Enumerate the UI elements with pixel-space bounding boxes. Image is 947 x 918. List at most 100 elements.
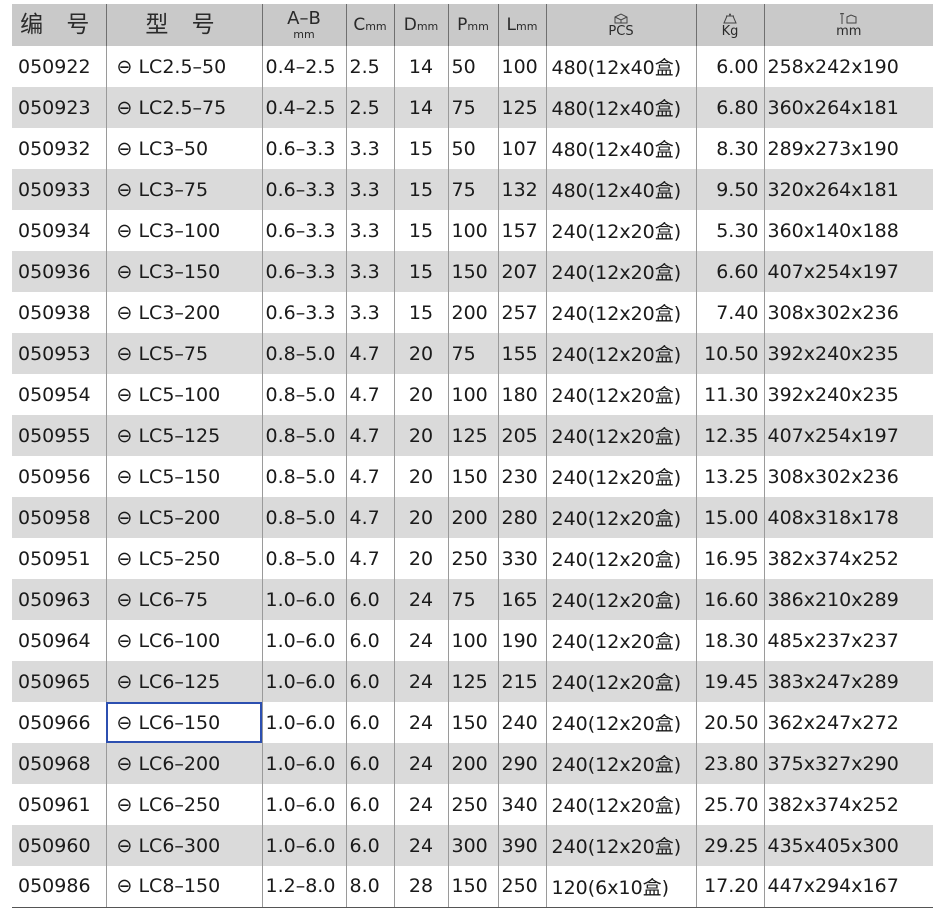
cell-ab[interactable]: 0.8–5.0 [261, 497, 346, 538]
cell-pcs[interactable]: 240(12x20盒) [545, 743, 696, 784]
cell-kg[interactable]: 20.50 [695, 702, 764, 743]
cell-code[interactable]: 050966 [12, 702, 106, 743]
cell-code[interactable]: 050964 [12, 620, 106, 661]
cell-size[interactable]: 435x405x300 [763, 825, 933, 866]
cell-l[interactable]: 240 [497, 702, 546, 743]
cell-l[interactable]: 280 [497, 497, 546, 538]
cell-c[interactable]: 4.7 [345, 538, 394, 579]
cell-kg[interactable]: 11.30 [695, 374, 764, 415]
cell-ab[interactable]: 1.0–6.0 [261, 579, 346, 620]
cell-c[interactable]: 4.7 [345, 497, 394, 538]
cell-pcs[interactable]: 240(12x20盒) [545, 456, 696, 497]
cell-ab[interactable]: 0.8–5.0 [261, 374, 346, 415]
cell-ab[interactable]: 1.2–8.0 [261, 866, 346, 908]
cell-c[interactable]: 2.5 [345, 87, 394, 128]
cell-p[interactable]: 50 [447, 128, 498, 169]
cell-ab[interactable]: 0.4–2.5 [261, 46, 346, 87]
cell-kg[interactable]: 6.00 [695, 46, 764, 87]
cell-c[interactable]: 4.7 [345, 415, 394, 456]
cell-kg[interactable]: 6.60 [695, 251, 764, 292]
cell-model[interactable]: ⊖ LC2.5–75 [105, 87, 262, 128]
cell-code[interactable]: 050956 [12, 456, 106, 497]
cell-c[interactable]: 6.0 [345, 579, 394, 620]
table-row[interactable]: 050934 ⊖ LC3–100 0.6–3.3 3.3 15 100 157 240(12x… [12, 210, 933, 251]
cell-c[interactable]: 3.3 [345, 169, 394, 210]
cell-pcs[interactable]: 240(12x20盒) [545, 620, 696, 661]
cell-p[interactable]: 100 [447, 374, 498, 415]
cell-code[interactable]: 050951 [12, 538, 106, 579]
cell-size[interactable]: 386x210x289 [763, 579, 933, 620]
cell-pcs[interactable]: 480(12x40盒) [545, 128, 696, 169]
cell-pcs[interactable]: 240(12x20盒) [545, 333, 696, 374]
cell-d[interactable]: 15 [393, 169, 448, 210]
table-row[interactable]: 050956 ⊖ LC5–150 0.8–5.0 4.7 20 150 230 240(12x… [12, 456, 933, 497]
cell-kg[interactable]: 17.20 [695, 866, 764, 908]
cell-size[interactable]: 308x302x236 [763, 292, 933, 333]
cell-code[interactable]: 050933 [12, 169, 106, 210]
cell-ab[interactable]: 1.0–6.0 [261, 620, 346, 661]
cell-size[interactable]: 407x254x197 [763, 251, 933, 292]
table-row[interactable]: 050960 ⊖ LC6–300 1.0–6.0 6.0 24 300 390 240(12x… [12, 825, 933, 866]
cell-c[interactable]: 3.3 [345, 251, 394, 292]
cell-p[interactable]: 250 [447, 538, 498, 579]
cell-p[interactable]: 100 [447, 210, 498, 251]
cell-l[interactable]: 390 [497, 825, 546, 866]
cell-pcs[interactable]: 240(12x20盒) [545, 579, 696, 620]
cell-code[interactable]: 050958 [12, 497, 106, 538]
cell-code[interactable]: 050923 [12, 87, 106, 128]
cell-ab[interactable]: 0.8–5.0 [261, 538, 346, 579]
cell-d[interactable]: 14 [393, 46, 448, 87]
cell-pcs[interactable]: 240(12x20盒) [545, 415, 696, 456]
cell-size[interactable]: 289x273x190 [763, 128, 933, 169]
cell-code[interactable]: 050953 [12, 333, 106, 374]
cell-l[interactable]: 290 [497, 743, 546, 784]
cell-size[interactable]: 360x264x181 [763, 87, 933, 128]
table-row[interactable]: 050954 ⊖ LC5–100 0.8–5.0 4.7 20 100 180 240(12x… [12, 374, 933, 415]
cell-p[interactable]: 300 [447, 825, 498, 866]
cell-l[interactable]: 215 [497, 661, 546, 702]
cell-code[interactable]: 050963 [12, 579, 106, 620]
cell-model[interactable]: ⊖ LC6–200 [105, 743, 262, 784]
cell-model[interactable]: ⊖ LC3–150 [105, 251, 262, 292]
cell-l[interactable]: 207 [497, 251, 546, 292]
cell-model[interactable]: ⊖ LC6–125 [105, 661, 262, 702]
cell-l[interactable]: 250 [497, 866, 546, 908]
cell-ab[interactable]: 0.8–5.0 [261, 415, 346, 456]
cell-p[interactable]: 75 [447, 333, 498, 374]
cell-ab[interactable]: 0.6–3.3 [261, 210, 346, 251]
cell-pcs[interactable]: 240(12x20盒) [545, 497, 696, 538]
cell-p[interactable]: 125 [447, 415, 498, 456]
cell-size[interactable]: 485x237x237 [763, 620, 933, 661]
cell-kg[interactable]: 16.95 [695, 538, 764, 579]
table-row[interactable]: 050965 ⊖ LC6–125 1.0–6.0 6.0 24 125 215 240(12x… [12, 661, 933, 702]
cell-size[interactable]: 360x140x188 [763, 210, 933, 251]
cell-kg[interactable]: 9.50 [695, 169, 764, 210]
cell-d[interactable]: 15 [393, 210, 448, 251]
cell-model[interactable]: ⊖ LC6–100 [105, 620, 262, 661]
cell-l[interactable]: 257 [497, 292, 546, 333]
cell-ab[interactable]: 1.0–6.0 [261, 784, 346, 825]
cell-pcs[interactable]: 240(12x20盒) [545, 210, 696, 251]
cell-d[interactable]: 28 [393, 866, 448, 908]
cell-c[interactable]: 6.0 [345, 620, 394, 661]
cell-d[interactable]: 24 [393, 825, 448, 866]
cell-p[interactable]: 75 [447, 579, 498, 620]
cell-d[interactable]: 20 [393, 497, 448, 538]
cell-model[interactable]: ⊖ LC6–300 [105, 825, 262, 866]
cell-size[interactable]: 408x318x178 [763, 497, 933, 538]
table-row[interactable]: 050933 ⊖ LC3–75 0.6–3.3 3.3 15 75 132 480(12x40… [12, 169, 933, 210]
cell-p[interactable]: 150 [447, 702, 498, 743]
cell-kg[interactable]: 29.25 [695, 825, 764, 866]
cell-kg[interactable]: 12.35 [695, 415, 764, 456]
cell-code[interactable]: 050961 [12, 784, 106, 825]
cell-pcs[interactable]: 480(12x40盒) [545, 169, 696, 210]
cell-l[interactable]: 155 [497, 333, 546, 374]
cell-code[interactable]: 050954 [12, 374, 106, 415]
cell-ab[interactable]: 1.0–6.0 [261, 743, 346, 784]
cell-pcs[interactable]: 480(12x40盒) [545, 87, 696, 128]
cell-c[interactable]: 4.7 [345, 374, 394, 415]
cell-p[interactable]: 250 [447, 784, 498, 825]
cell-code[interactable]: 050968 [12, 743, 106, 784]
table-row[interactable]: 050953 ⊖ LC5–75 0.8–5.0 4.7 20 75 155 240(12x20… [12, 333, 933, 374]
table-row[interactable]: 050955 ⊖ LC5–125 0.8–5.0 4.7 20 125 205 240(12x… [12, 415, 933, 456]
